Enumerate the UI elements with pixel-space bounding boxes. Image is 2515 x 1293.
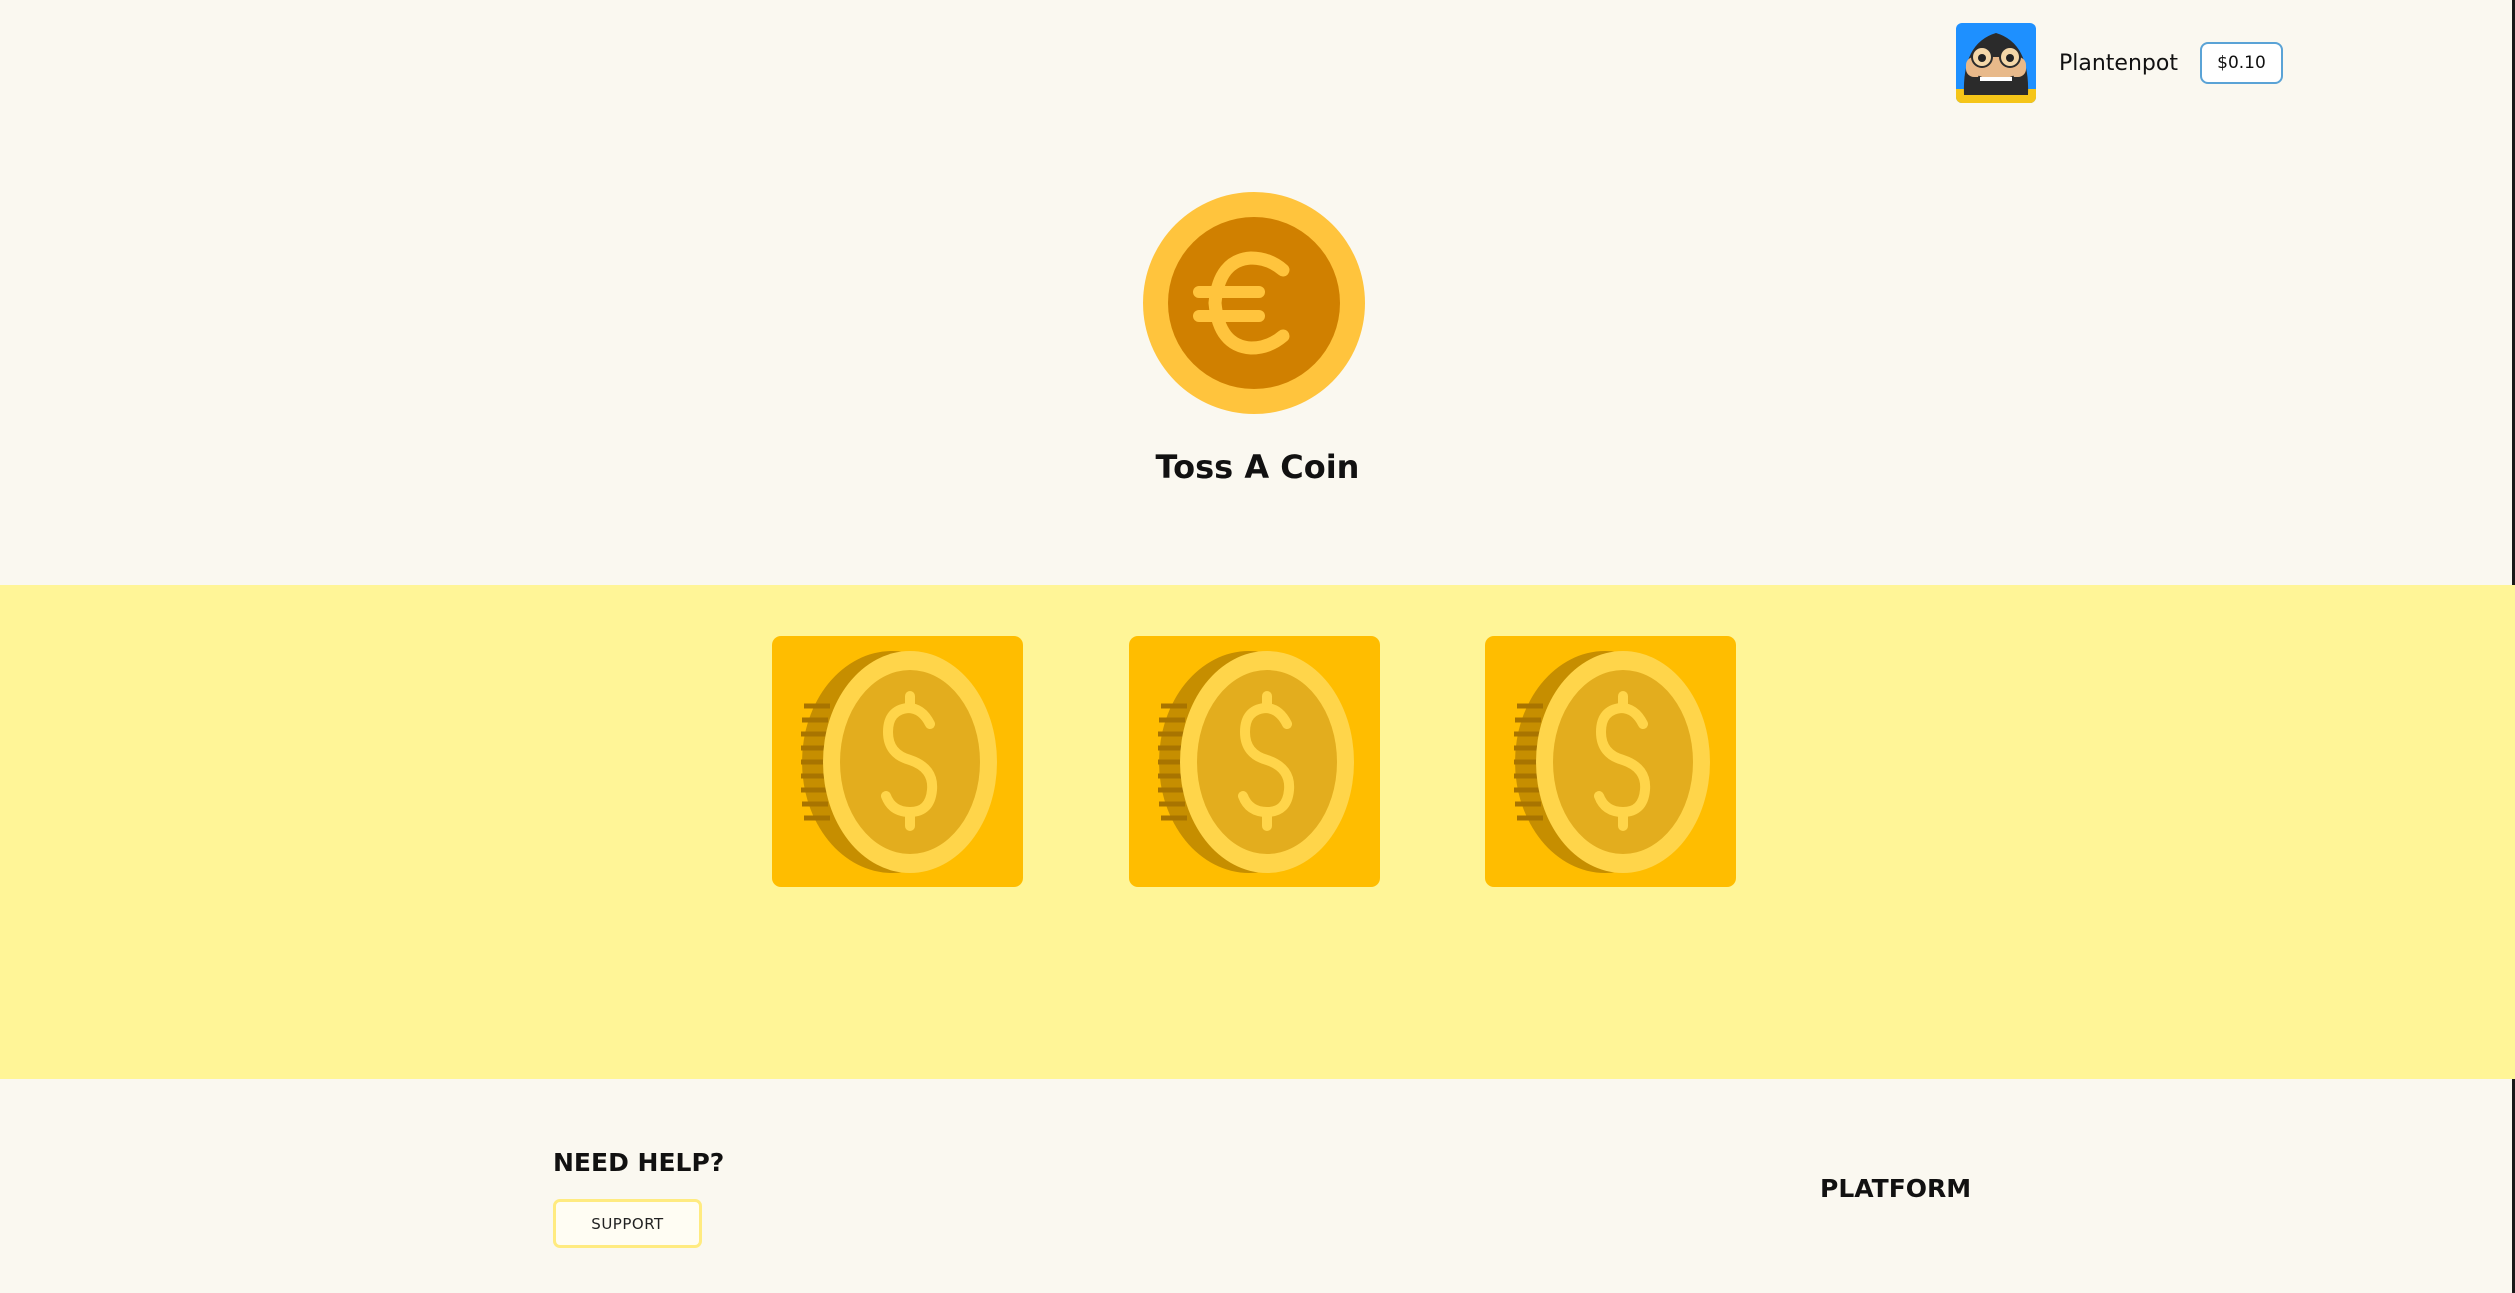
- platform-heading: PLATFORM: [1820, 1174, 1972, 1203]
- coin-option-1[interactable]: [772, 636, 1023, 887]
- page: Plantenpot $0.10 Toss A Coin NEED HELP? …: [0, 0, 2515, 1293]
- username[interactable]: Plantenpot: [2059, 51, 2178, 76]
- dollar-coin-icon: [1158, 651, 1354, 873]
- balance-button[interactable]: $0.10: [2199, 42, 2283, 84]
- dollar-coin-icon: [1514, 651, 1710, 873]
- coin-option-3[interactable]: [1485, 636, 1736, 887]
- balance-label: $0.10: [2217, 53, 2266, 73]
- support-button[interactable]: SUPPORT: [553, 1199, 702, 1248]
- coin-option-2[interactable]: [1129, 636, 1380, 887]
- euro-coin-icon: [1143, 192, 1365, 414]
- avatar[interactable]: [1956, 23, 2036, 103]
- dollar-coin-icon: [801, 651, 997, 873]
- need-help-heading: NEED HELP?: [553, 1148, 725, 1177]
- page-title: Toss A Coin: [1155, 448, 1360, 486]
- support-label: SUPPORT: [591, 1214, 664, 1233]
- avatar-icon: [1956, 23, 2036, 103]
- user-bar: Plantenpot $0.10: [1956, 22, 2283, 104]
